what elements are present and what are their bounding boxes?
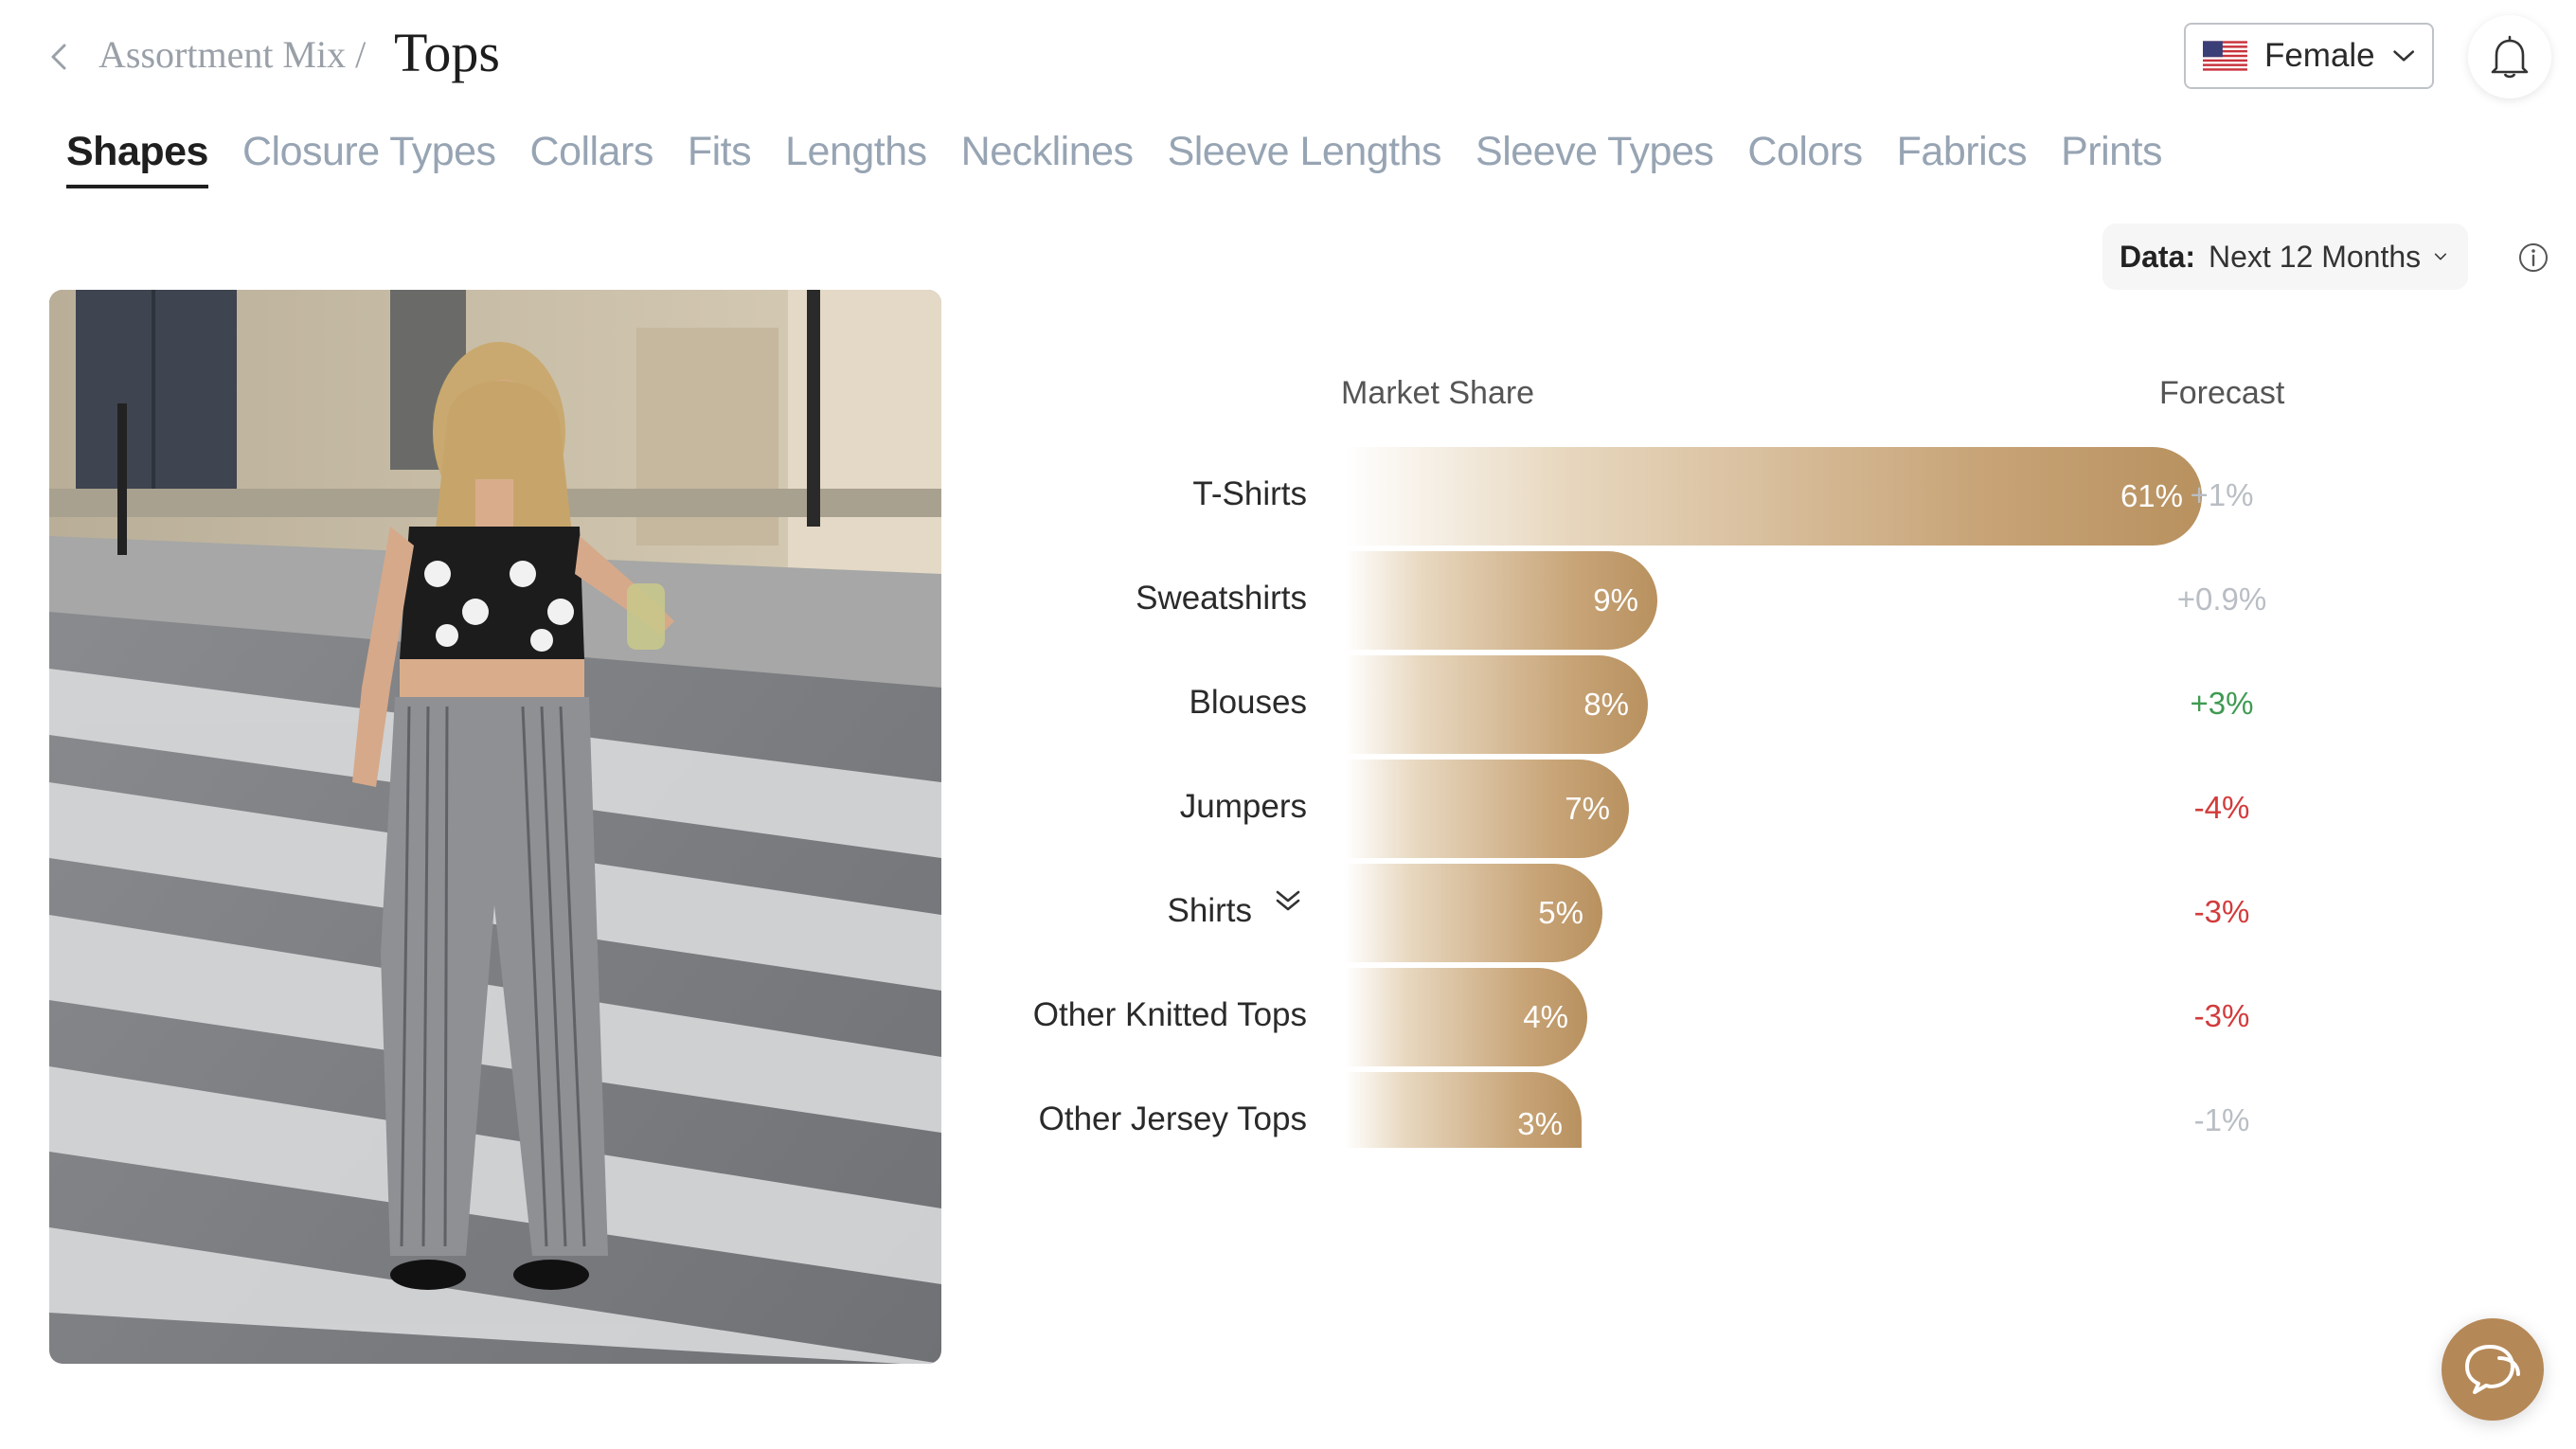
share-bar[interactable]: 61%	[1345, 447, 2202, 546]
tab-fabrics[interactable]: Fabrics	[1897, 129, 2028, 188]
share-value-label: 9%	[1593, 582, 1638, 617]
chevron-down-icon	[2434, 253, 2447, 260]
category-label: Other Knitted Tops	[1032, 996, 1307, 1033]
data-period-select[interactable]: Data: Next 12 Months	[2102, 224, 2468, 290]
category-tabs: Shapes Closure Types Collars Fits Length…	[66, 129, 2163, 188]
share-value-label: 3%	[1517, 1106, 1563, 1141]
back-chevron-icon[interactable]	[45, 40, 72, 74]
chat-button[interactable]	[2442, 1318, 2544, 1421]
share-bar[interactable]: 8%	[1345, 655, 1648, 754]
chat-bubble-icon	[2465, 1345, 2520, 1394]
forecast-value: -3%	[2193, 894, 2250, 929]
tab-fits[interactable]: Fits	[688, 129, 752, 188]
category-label: Sweatshirts	[1136, 580, 1307, 617]
share-bar[interactable]: 9%	[1345, 551, 1657, 650]
breadcrumb-parent[interactable]: Assortment Mix /	[98, 32, 366, 77]
forecast-value: -1%	[2193, 1102, 2250, 1137]
gender-select-value: Female	[2263, 37, 2375, 74]
tab-collars[interactable]: Collars	[530, 129, 654, 188]
notifications-button[interactable]	[2468, 15, 2551, 98]
category-label: Blouses	[1189, 684, 1307, 721]
expand-chevrons-icon[interactable]	[1274, 886, 1302, 915]
forecast-value: +0.9%	[2176, 581, 2267, 617]
gender-select[interactable]: Female	[2184, 23, 2434, 89]
tab-sleeve-types[interactable]: Sleeve Types	[1476, 129, 1714, 188]
tab-closure-types[interactable]: Closure Types	[242, 129, 496, 188]
forecast-value: -3%	[2193, 998, 2250, 1033]
data-select-key: Data:	[2120, 239, 2196, 274]
share-bar[interactable]: 7%	[1345, 760, 1629, 858]
tab-colors[interactable]: Colors	[1747, 129, 1863, 188]
page-title: Tops	[394, 22, 500, 83]
share-value-label: 4%	[1523, 999, 1568, 1034]
share-value-label: 8%	[1583, 687, 1629, 722]
share-value-label: 7%	[1565, 791, 1610, 826]
share-value-label: 5%	[1538, 895, 1583, 930]
chevron-down-icon	[2392, 50, 2414, 62]
market-share-header: Market Share	[1341, 375, 1535, 411]
street-style-image	[49, 290, 941, 1364]
tab-shapes[interactable]: Shapes	[66, 129, 208, 188]
tab-lengths[interactable]: Lengths	[785, 129, 927, 188]
forecast-value: -4%	[2193, 790, 2250, 825]
share-bar[interactable]: 5%	[1345, 864, 1602, 962]
share-bar[interactable]: 3%	[1345, 1072, 1582, 1148]
tab-prints[interactable]: Prints	[2061, 129, 2162, 188]
category-label: Jumpers	[1179, 788, 1307, 825]
us-flag-icon	[2203, 41, 2247, 71]
product-photo	[49, 290, 941, 1364]
share-bar[interactable]: 4%	[1345, 968, 1587, 1066]
forecast-value: +3%	[2190, 686, 2254, 721]
tab-sleeve-lengths[interactable]: Sleeve Lengths	[1168, 129, 1442, 188]
category-label: T-Shirts	[1192, 475, 1307, 512]
category-label: Other Jersey Tops	[1038, 1100, 1307, 1137]
category-label: Shirts	[1167, 892, 1252, 929]
tab-necklines[interactable]: Necklines	[961, 129, 1134, 188]
forecast-value: +1%	[2190, 477, 2254, 512]
bell-icon	[2491, 35, 2529, 79]
info-icon[interactable]	[2517, 242, 2549, 274]
data-select-value: Next 12 Months	[2209, 239, 2422, 274]
forecast-header: Forecast	[2159, 375, 2285, 411]
